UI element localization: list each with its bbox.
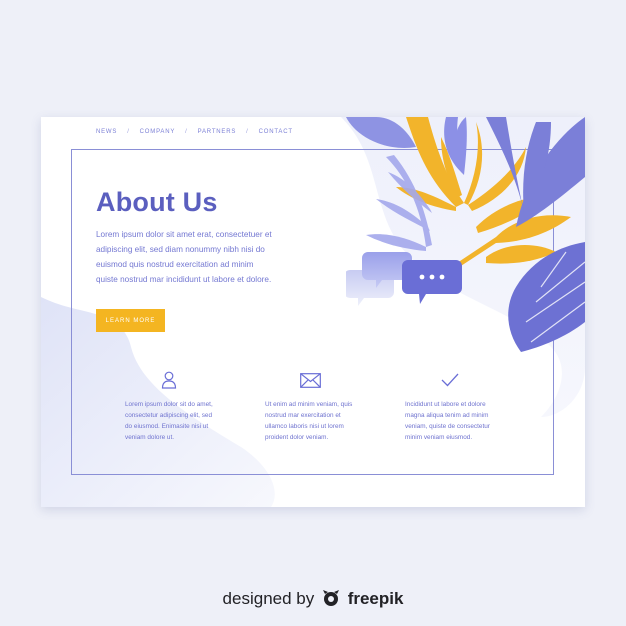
- credit-brand[interactable]: freepik: [348, 589, 404, 608]
- designed-by-credit: designed by freepik: [0, 589, 626, 609]
- feature-line: minim veniam eiusmod.: [405, 434, 473, 441]
- page-title: About Us: [96, 187, 218, 217]
- top-nav: NEWS / COMPANY / PARTNERS / CONTACT: [96, 129, 293, 135]
- feature-text: Ut enim ad minim veniam, quis nostrud ma…: [265, 399, 365, 443]
- nav-item-partners[interactable]: PARTNERS: [198, 129, 237, 135]
- feature-line: magna aliqua tenim ad minim: [405, 412, 489, 419]
- nav-separator: /: [246, 129, 249, 135]
- feature-text: Lorem ipsum dolor sit do amet, consectet…: [125, 399, 225, 443]
- credit-prefix: designed by: [222, 589, 315, 608]
- intro-line: adipiscing elit, sed diam nonummy nibh n…: [96, 245, 265, 254]
- feature-line: Ut enim ad minim veniam, quis: [265, 401, 353, 408]
- feature-line: Lorem ipsum dolor sit do amet,: [125, 401, 213, 408]
- feature-text: Incididunt ut labore et dolore magna ali…: [405, 399, 505, 443]
- nav-separator: /: [127, 129, 130, 135]
- envelope-icon: [300, 373, 321, 388]
- intro-line: quiste nostrud mar incididunt ut labore …: [96, 275, 272, 284]
- freepik-logo-icon: [322, 590, 339, 606]
- intro-line: Lorem ipsum dolor sit amet erat, consect…: [96, 230, 272, 239]
- nav-item-company[interactable]: COMPANY: [140, 129, 176, 135]
- nav-separator: /: [185, 129, 188, 135]
- feature-line: veniam dolore ut.: [125, 434, 175, 441]
- checkmark-icon: [441, 373, 459, 387]
- feature-line: consectetur adipiscing elit, sed: [125, 412, 213, 419]
- feature-line: ullamco laboris nisi ut lorem: [265, 423, 344, 430]
- user-icon: [161, 371, 177, 389]
- landing-page-card: NEWS / COMPANY / PARTNERS / CONTACT Abou…: [41, 117, 585, 507]
- nav-item-contact[interactable]: CONTACT: [259, 129, 293, 135]
- feature-line: nostrud mar exercitation et: [265, 412, 341, 419]
- feature-line: Incididunt ut labore et dolore: [405, 401, 486, 408]
- chat-bubbles-illustration: [346, 252, 462, 306]
- intro-line: euismod quis nostrud exercitation ad min…: [96, 260, 254, 269]
- intro-paragraph: Lorem ipsum dolor sit amet erat, consect…: [96, 227, 296, 287]
- feature-line: do eiusmod. Enimasite nisi ut: [125, 423, 209, 430]
- feature-line: veniam, quiste de consectetur: [405, 423, 490, 430]
- feature-line: proident dolor veniam.: [265, 434, 329, 441]
- nav-item-news[interactable]: NEWS: [96, 129, 117, 135]
- learn-more-button[interactable]: LEARN MORE: [96, 309, 165, 332]
